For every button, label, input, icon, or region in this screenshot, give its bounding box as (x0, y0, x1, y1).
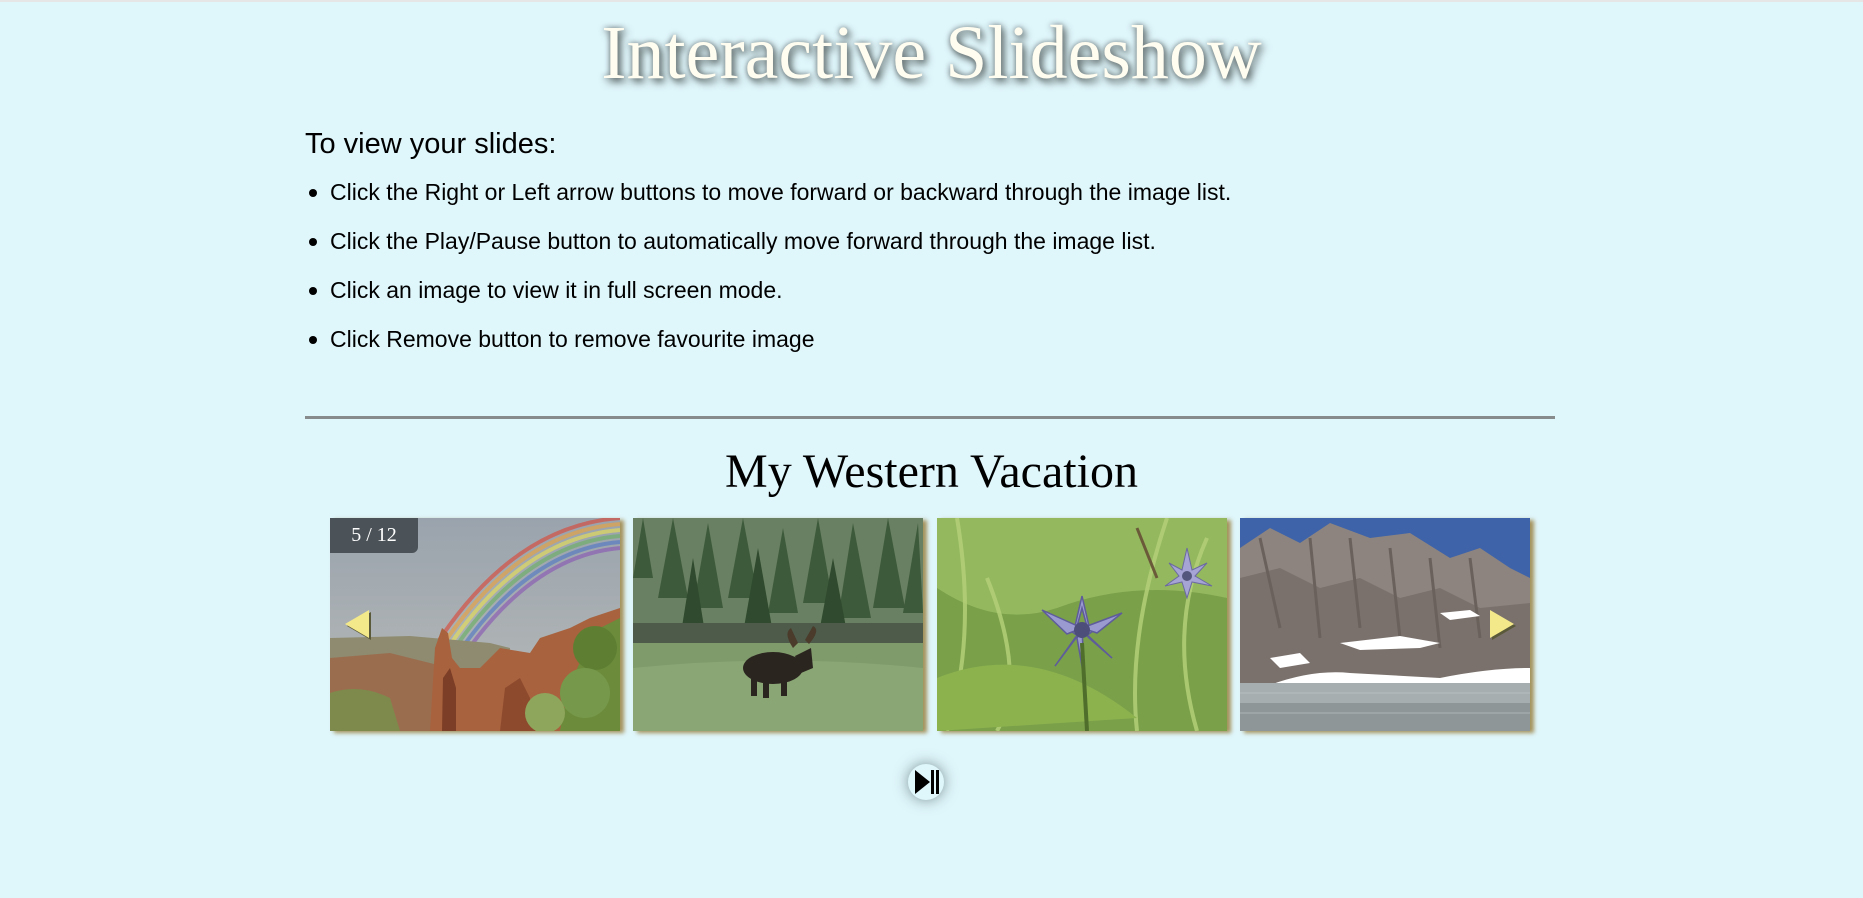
album-title: My Western Vacation (725, 445, 1138, 498)
play-pause-icon (915, 770, 939, 794)
play-pause-button[interactable] (908, 764, 944, 800)
instructions-heading: To view your slides: (305, 128, 557, 160)
slide-image-moose[interactable] (633, 518, 923, 731)
wildflower-photo (937, 518, 1227, 731)
instruction-item: Click Remove button to remove favourite … (305, 315, 1555, 364)
left-arrow-icon (345, 610, 371, 640)
instructions-list: Click the Right or Left arrow buttons to… (305, 168, 1555, 364)
moose-photo (633, 518, 923, 731)
instruction-item: Click the Right or Left arrow buttons to… (305, 168, 1555, 217)
image-slider: 5 / 12 (330, 518, 1530, 731)
next-button[interactable] (1482, 602, 1522, 646)
slide-counter: 5 / 12 (330, 518, 418, 553)
instruction-item: Click the Play/Pause button to automatic… (305, 217, 1555, 266)
page-title: Interactive Slideshow (601, 11, 1262, 95)
previous-button[interactable] (337, 602, 377, 646)
right-arrow-icon (1490, 610, 1516, 640)
divider (305, 416, 1555, 419)
slide-image-flower[interactable] (937, 518, 1227, 731)
instruction-item: Click an image to view it in full screen… (305, 266, 1555, 315)
instructions: To view your slides: Click the Right or … (305, 122, 1555, 364)
